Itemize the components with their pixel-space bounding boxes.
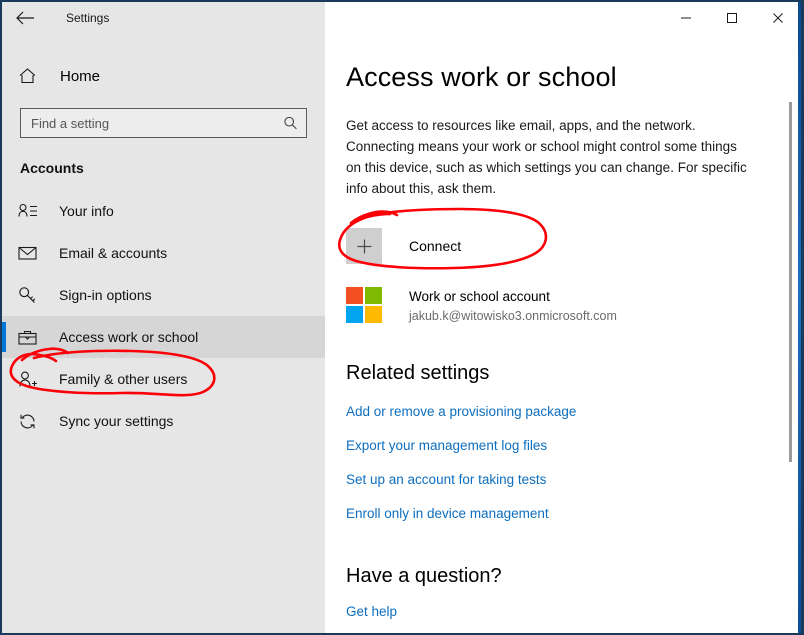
page-title: Access work or school <box>346 62 617 92</box>
sidebar-item-family-other-users[interactable]: Family & other users <box>2 358 325 400</box>
sidebar-item-signin-options-label: Sign-in options <box>59 287 152 303</box>
sidebar-item-home-label: Home <box>60 67 101 85</box>
content-pane: Access work or school Get access to reso… <box>325 34 798 633</box>
page-description: Get access to resources like email, apps… <box>346 118 747 196</box>
link-get-help[interactable]: Get help <box>346 604 397 619</box>
content-scrollbar[interactable] <box>784 34 798 633</box>
back-button[interactable] <box>2 2 48 34</box>
key-icon <box>18 286 40 305</box>
search-container <box>20 108 307 138</box>
maximize-icon <box>727 13 737 23</box>
maximize-button[interactable] <box>709 2 755 34</box>
sidebar-item-sync-your-settings-label: Sync your settings <box>59 413 174 429</box>
sidebar-section-heading: Accounts <box>20 160 84 176</box>
account-text: Work or school account jakub.k@witowisko… <box>409 288 617 323</box>
home-icon <box>18 67 42 85</box>
sidebar-item-home[interactable]: Home <box>2 56 325 96</box>
briefcase-icon <box>18 329 40 346</box>
sidebar-item-your-info[interactable]: Your info <box>2 190 325 232</box>
link-enroll-only-device-management[interactable]: Enroll only in device management <box>346 506 549 521</box>
work-school-account-item[interactable]: Work or school account jakub.k@witowisko… <box>346 284 676 326</box>
sidebar-item-family-other-users-label: Family & other users <box>59 371 188 387</box>
connect-button-label: Connect <box>409 238 462 254</box>
settings-window: Settings Home Find a setting Accounts Yo… <box>0 0 804 635</box>
title-bar: Settings <box>2 2 801 34</box>
microsoft-logo-icon <box>346 287 382 323</box>
title-bar-left: Settings <box>2 2 325 34</box>
connect-button[interactable]: Connect <box>346 225 556 267</box>
sidebar-item-email-accounts[interactable]: Email & accounts <box>2 232 325 274</box>
minimize-icon <box>681 17 691 19</box>
window-controls <box>325 2 801 34</box>
link-set-up-account-taking-tests[interactable]: Set up an account for taking tests <box>346 472 546 487</box>
sidebar-item-your-info-label: Your info <box>59 203 114 219</box>
sidebar-item-sync-your-settings[interactable]: Sync your settings <box>2 400 325 442</box>
account-name: Work or school account <box>409 288 550 304</box>
back-arrow-icon <box>16 11 34 25</box>
envelope-icon <box>18 245 40 261</box>
related-settings-heading: Related settings <box>346 362 490 384</box>
close-icon <box>773 13 783 23</box>
have-a-question-heading: Have a question? <box>346 565 502 587</box>
account-email: jakub.k@witowisko3.onmicrosoft.com <box>409 308 617 323</box>
window-title: Settings <box>66 11 110 25</box>
close-button[interactable] <box>755 2 801 34</box>
sidebar-item-access-work-or-school[interactable]: Access work or school <box>2 316 325 358</box>
content-inner: Access work or school Get access to reso… <box>325 34 798 619</box>
link-export-management-log-files[interactable]: Export your management log files <box>346 438 547 453</box>
user-info-icon <box>18 202 40 220</box>
sidebar: Home Accounts <box>2 34 325 633</box>
minimize-button[interactable] <box>663 2 709 34</box>
link-add-remove-provisioning-package[interactable]: Add or remove a provisioning package <box>346 404 576 419</box>
sidebar-item-signin-options[interactable]: Sign-in options <box>2 274 325 316</box>
scrollbar-thumb[interactable] <box>789 102 792 462</box>
search-icon <box>283 116 298 131</box>
sidebar-nav-list: Your info Email & accounts Sign-in optio… <box>2 190 325 442</box>
sidebar-item-access-work-or-school-label: Access work or school <box>59 329 199 345</box>
plus-icon <box>346 228 382 264</box>
search-input[interactable] <box>21 109 306 137</box>
search-box[interactable] <box>20 108 307 138</box>
sidebar-item-email-accounts-label: Email & accounts <box>59 245 168 261</box>
user-plus-icon <box>18 370 40 389</box>
sync-icon <box>18 412 40 431</box>
